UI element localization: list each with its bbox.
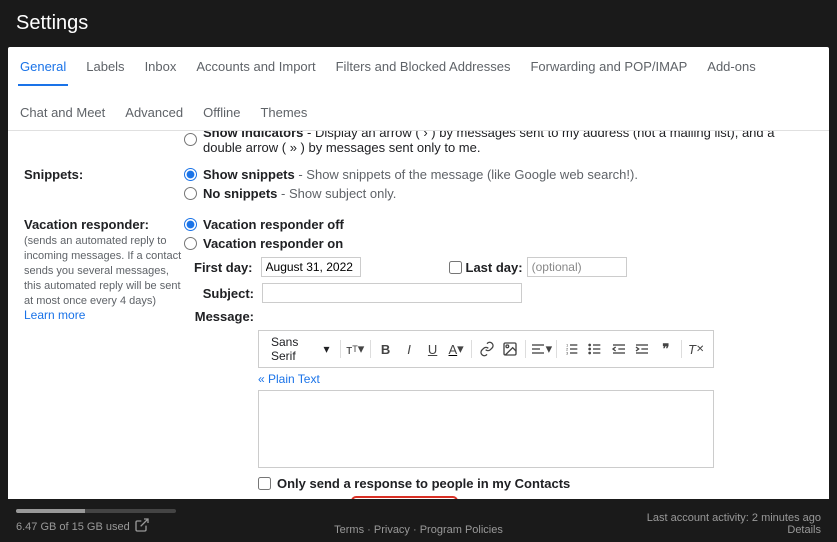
plain-text-link[interactable]: « Plain Text: [258, 372, 813, 386]
vacation-on-radio[interactable]: [184, 237, 197, 250]
image-icon[interactable]: [499, 337, 521, 361]
indent-less-icon[interactable]: [608, 337, 630, 361]
text-color-icon[interactable]: A ▾: [445, 337, 467, 361]
last-day-checkbox[interactable]: [449, 261, 462, 274]
first-day-input[interactable]: [261, 257, 361, 277]
bold-icon[interactable]: B: [375, 337, 397, 361]
privacy-link[interactable]: Privacy: [374, 524, 410, 536]
no-snippets-radio[interactable]: [184, 187, 197, 200]
tab-offline[interactable]: Offline: [201, 101, 242, 130]
show-indicators-radio[interactable]: [184, 133, 197, 146]
format-toolbar: Sans Serif ▾ тT ▾ B I U A ▾ ▾: [258, 330, 714, 368]
align-icon[interactable]: ▾: [530, 337, 553, 361]
message-label: Message:: [194, 309, 254, 324]
indent-more-icon[interactable]: [632, 337, 654, 361]
activity-text: Last account activity: 2 minutes ago: [647, 512, 821, 524]
show-indicators-text: Show indicators - Display an arrow ( › )…: [203, 131, 813, 155]
chevron-down-icon: ▾: [324, 342, 330, 356]
last-day-input[interactable]: (optional): [527, 257, 627, 277]
vacation-hint: (sends an automated reply to incoming me…: [24, 235, 181, 307]
show-snippets-text: Show snippets - Show snippets of the mes…: [203, 167, 638, 182]
snippets-label: Snippets:: [24, 167, 83, 182]
contacts-only-label: Only send a response to people in my Con…: [277, 476, 570, 491]
tab-inbox[interactable]: Inbox: [143, 55, 179, 85]
vacation-label: Vacation responder:: [24, 217, 149, 232]
vacation-off-text: Vacation responder off: [203, 217, 344, 232]
tab-themes[interactable]: Themes: [258, 101, 309, 130]
tab-addons[interactable]: Add-ons: [705, 55, 757, 85]
first-day-label: First day:: [194, 260, 253, 275]
quote-icon[interactable]: ❞: [655, 337, 677, 361]
tab-general[interactable]: General: [18, 55, 68, 86]
tab-labels[interactable]: Labels: [84, 55, 126, 85]
tab-filters[interactable]: Filters and Blocked Addresses: [334, 55, 513, 85]
link-icon[interactable]: [476, 337, 498, 361]
contacts-only-checkbox[interactable]: [258, 477, 271, 490]
show-snippets-radio[interactable]: [184, 168, 197, 181]
tab-accounts[interactable]: Accounts and Import: [194, 55, 317, 85]
details-link[interactable]: Details: [787, 524, 821, 536]
bullet-list-icon[interactable]: [585, 337, 607, 361]
terms-link[interactable]: Terms: [334, 524, 364, 536]
font-size-icon[interactable]: тT ▾: [344, 337, 366, 361]
no-snippets-text: No snippets - Show subject only.: [203, 186, 396, 201]
subject-input[interactable]: [262, 283, 522, 303]
numbered-list-icon[interactable]: 123: [561, 337, 583, 361]
storage-bar: [16, 509, 176, 513]
clear-format-icon[interactable]: T✕: [685, 337, 707, 361]
italic-icon[interactable]: I: [398, 337, 420, 361]
tab-forwarding[interactable]: Forwarding and POP/IMAP: [528, 55, 689, 85]
vacation-off-radio[interactable]: [184, 218, 197, 231]
tab-advanced[interactable]: Advanced: [123, 101, 185, 130]
settings-tabs: General Labels Inbox Accounts and Import…: [8, 47, 829, 131]
footer: 6.47 GB of 15 GB used Terms · Privacy · …: [0, 499, 837, 542]
last-day-label: Last day:: [466, 260, 523, 275]
svg-text:3: 3: [566, 350, 569, 355]
policies-link[interactable]: Program Policies: [420, 524, 503, 536]
underline-icon[interactable]: U: [422, 337, 444, 361]
tab-chat[interactable]: Chat and Meet: [18, 101, 107, 130]
storage-text: 6.47 GB of 15 GB used: [16, 521, 130, 533]
subject-label: Subject:: [194, 286, 254, 301]
font-selector[interactable]: Sans Serif ▾: [265, 335, 336, 363]
vacation-on-text: Vacation responder on: [203, 236, 343, 251]
message-textarea[interactable]: [258, 390, 714, 468]
page-title: Settings: [0, 0, 837, 47]
external-link-icon[interactable]: [134, 517, 150, 536]
learn-more-link[interactable]: Learn more: [24, 308, 85, 322]
